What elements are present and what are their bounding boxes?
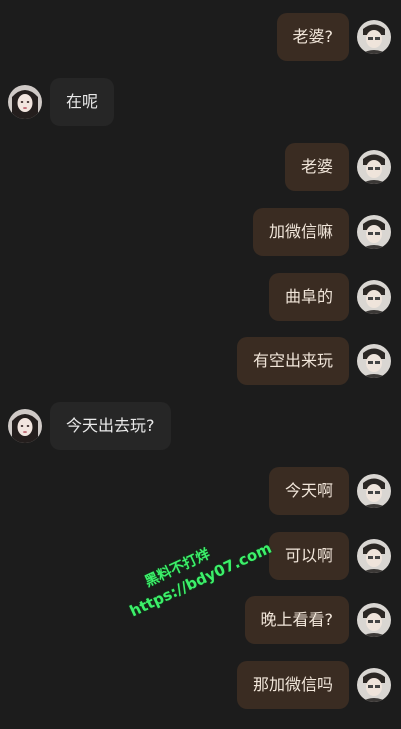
message-row-outgoing: 曲阜的 xyxy=(0,273,401,321)
message-bubble-outgoing[interactable]: 加微信嘛 xyxy=(252,208,349,256)
message-bubble-outgoing[interactable]: 曲阜的 xyxy=(268,273,349,321)
message-bubble-outgoing[interactable]: 老婆? xyxy=(276,13,349,61)
my-avatar[interactable] xyxy=(357,474,391,508)
message-bubble-outgoing[interactable]: 老婆 xyxy=(284,143,349,191)
message-row-incoming: 在呢 xyxy=(0,78,401,126)
message-bubble-outgoing[interactable]: 那加微信吗 xyxy=(236,661,349,709)
contact-avatar[interactable] xyxy=(8,85,42,119)
message-bubble-incoming[interactable]: 在呢 xyxy=(50,78,115,126)
message-bubble-outgoing[interactable]: 晚上看看? xyxy=(244,596,349,644)
my-avatar[interactable] xyxy=(357,603,391,637)
my-avatar[interactable] xyxy=(357,20,391,54)
message-row-outgoing: 那加微信吗 xyxy=(0,661,401,709)
my-avatar[interactable] xyxy=(357,539,391,573)
message-row-outgoing: 老婆? xyxy=(0,13,401,61)
contact-avatar[interactable] xyxy=(8,409,42,443)
message-bubble-outgoing[interactable]: 可以啊 xyxy=(268,532,349,580)
message-bubble-outgoing[interactable]: 今天啊 xyxy=(268,467,349,515)
message-row-outgoing: 有空出来玩 xyxy=(0,337,401,385)
message-bubble-outgoing[interactable]: 有空出来玩 xyxy=(236,337,349,385)
message-row-outgoing: 老婆 xyxy=(0,143,401,191)
message-row-incoming: 今天出去玩? xyxy=(0,402,401,450)
message-row-outgoing: 加微信嘛 xyxy=(0,208,401,256)
chat-thread: 老婆? 在呢 老婆 加微信嘛 曲阜的 有空出来玩 今天出去玩? 今天啊 可以啊 … xyxy=(0,0,401,729)
my-avatar[interactable] xyxy=(357,215,391,249)
my-avatar[interactable] xyxy=(357,344,391,378)
my-avatar[interactable] xyxy=(357,150,391,184)
message-bubble-incoming[interactable]: 今天出去玩? xyxy=(50,402,171,450)
message-row-outgoing: 今天啊 xyxy=(0,467,401,515)
my-avatar[interactable] xyxy=(357,668,391,702)
my-avatar[interactable] xyxy=(357,280,391,314)
message-row-outgoing: 晚上看看? xyxy=(0,596,401,644)
